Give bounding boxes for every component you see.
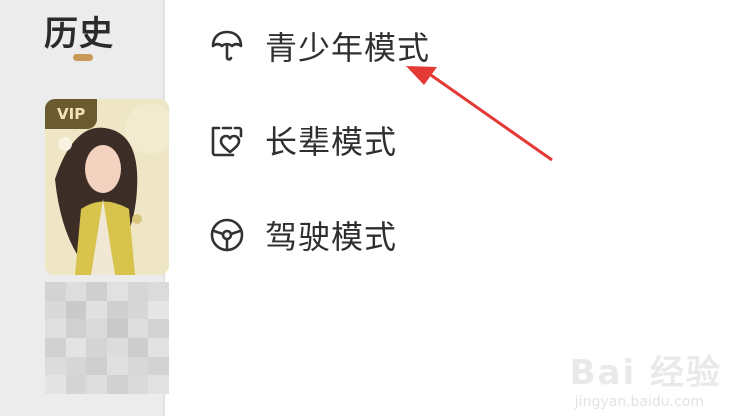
elder-heart-icon	[207, 120, 247, 160]
history-title-underline	[73, 54, 93, 61]
menu-item-elder-mode[interactable]: 长辈模式	[207, 118, 397, 162]
menu-item-driving-mode[interactable]: 驾驶模式	[207, 213, 397, 257]
history-title[interactable]: 历史	[44, 6, 114, 55]
watermark-logo: Bai 经验	[569, 353, 722, 393]
steering-wheel-icon	[207, 215, 247, 255]
menu-item-label: 长辈模式	[265, 123, 398, 161]
menu-item-teen-mode[interactable]: 青少年模式	[207, 24, 430, 68]
blurred-book-title	[45, 282, 169, 394]
watermark-url: jingyan.baidu.com	[574, 394, 704, 410]
menu-item-label: 青少年模式	[265, 29, 431, 67]
menu-item-label: 驾驶模式	[265, 218, 398, 256]
umbrella-icon	[207, 26, 247, 66]
book-cover[interactable]: VIP	[45, 99, 169, 275]
vip-badge: VIP	[45, 99, 98, 129]
